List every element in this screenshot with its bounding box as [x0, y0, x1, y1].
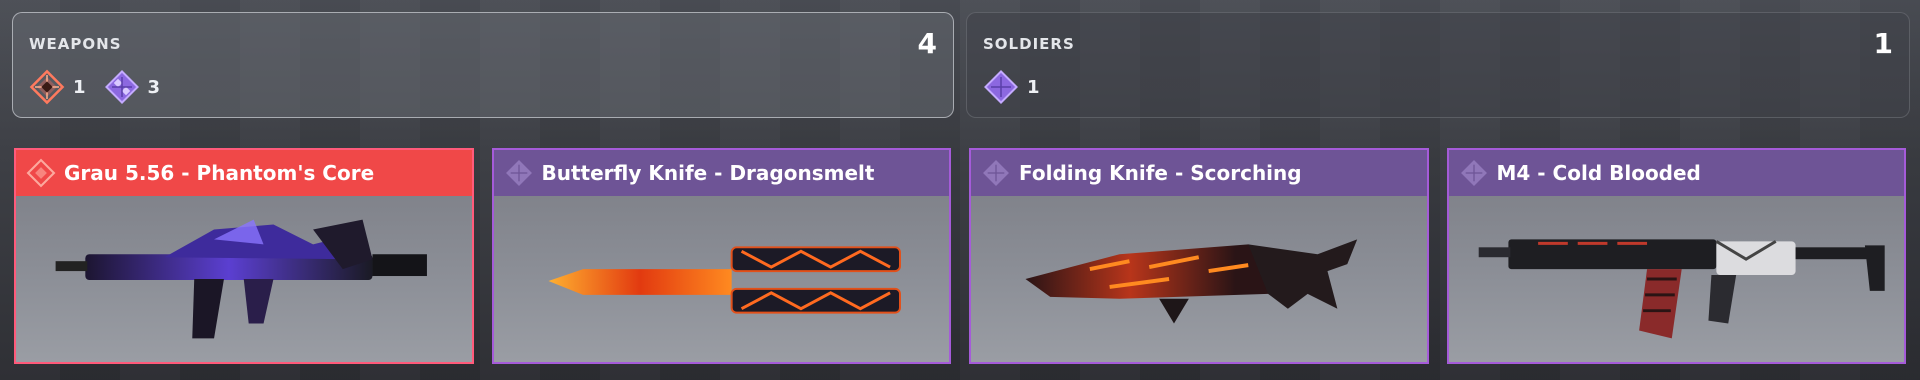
item-name: Folding Knife - Scorching [1019, 161, 1302, 185]
weapons-title: WEAPONS [29, 35, 122, 53]
soldiers-summary-panel: SOLDIERS 1 1 [966, 12, 1910, 118]
item-card-header: Butterfly Knife - Dragonsmelt [493, 150, 949, 196]
soldiers-rarity-row: 1 [983, 69, 1050, 105]
item-card-grau[interactable]: Grau 5.56 - Phantom's Core [14, 148, 474, 364]
epic-rarity-icon [104, 70, 139, 104]
butterfly-knife-icon [494, 196, 950, 362]
folding-knife-icon [971, 196, 1427, 362]
weapons-epic-count: 3 [147, 76, 161, 98]
weapons-legendary-count: 1 [73, 76, 86, 98]
item-card-folding-knife[interactable]: Folding Knife - Scorching [969, 148, 1429, 364]
item-card-m4[interactable]: M4 - Cold Blooded [1446, 148, 1906, 364]
item-name: M4 - Cold Blooded [1496, 161, 1701, 185]
item-card-butterfly-knife[interactable]: Butterfly Knife - Dragonsmelt [491, 148, 951, 364]
soldiers-title: SOLDIERS [983, 35, 1075, 53]
item-card-header: Folding Knife - Scorching [971, 150, 1427, 196]
soldiers-epic-rarity: 1 [983, 69, 1040, 105]
item-name: Butterfly Knife - Dragonsmelt [541, 161, 875, 185]
assault-rifle-icon [16, 196, 472, 362]
weapons-summary-panel: WEAPONS 4 1 3 [12, 12, 954, 118]
epic-rarity-icon [1460, 160, 1487, 186]
soldiers-epic-count: 1 [1027, 76, 1040, 98]
item-card-header: M4 - Cold Blooded [1448, 150, 1904, 196]
epic-rarity-icon [983, 160, 1009, 186]
soldiers-total-count: 1 [1873, 27, 1893, 60]
weapons-rarity-row: 1 3 [29, 69, 170, 105]
weapons-epic-rarity: 3 [104, 69, 161, 105]
item-name: Grau 5.56 - Phantom's Core [64, 161, 375, 185]
legendary-rarity-icon [29, 69, 65, 105]
epic-rarity-icon [505, 160, 532, 186]
m4-rifle-icon [1449, 196, 1905, 362]
epic-rarity-icon [984, 70, 1018, 104]
item-card-header: Grau 5.56 - Phantom's Core [16, 150, 472, 196]
weapons-total-count: 4 [917, 27, 937, 60]
legendary-rarity-icon [26, 158, 56, 188]
weapons-legendary-rarity: 1 [29, 69, 86, 105]
item-cards-row: Grau 5.56 - Phantom's Core Butterfly Kni… [14, 148, 1906, 364]
